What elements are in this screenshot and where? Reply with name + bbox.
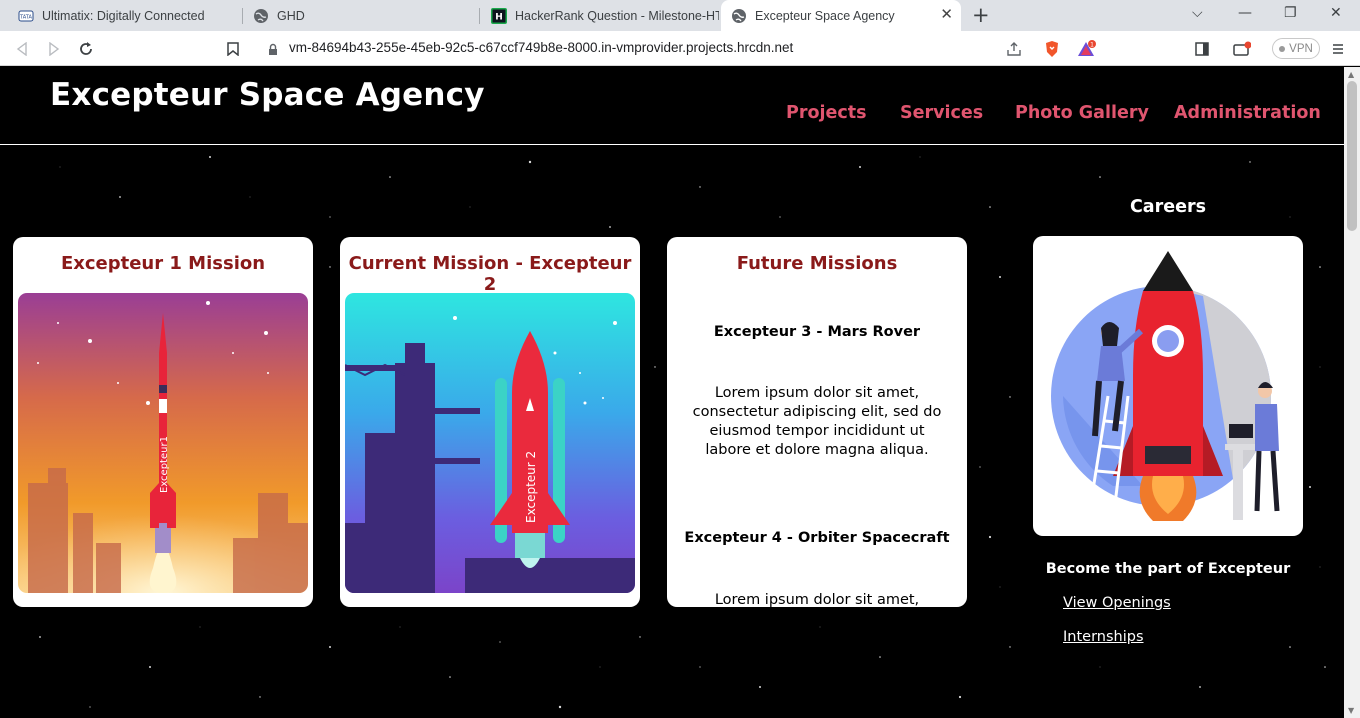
internships-link[interactable]: Internships: [1063, 629, 1144, 645]
mission-card-excepteur-1: Excepteur 1 Mission Excepteur1: [13, 237, 313, 607]
forward-icon[interactable]: [44, 39, 64, 59]
lock-icon[interactable]: [263, 39, 283, 59]
tab-hackerrank[interactable]: H HackerRank Question - Milestone-HTML: [481, 0, 719, 31]
careers-illustration: [1033, 236, 1303, 536]
share-icon[interactable]: [1004, 39, 1024, 59]
window-close-icon[interactable]: ✕: [1330, 5, 1342, 21]
excepteur-1-rocket-image: Excepteur1: [18, 293, 308, 593]
svg-text:TATA: TATA: [19, 14, 32, 20]
tab-search-icon[interactable]: ⌵: [1192, 5, 1203, 21]
mission-title: Current Mission - Excepteur 2: [348, 253, 632, 295]
rocket-label: Excepteur1: [159, 436, 170, 493]
tab-ultimatix[interactable]: TATA Ultimatix: Digitally Connected: [8, 0, 243, 31]
sidebar-icon[interactable]: [1192, 39, 1212, 59]
tab-bar: TATA Ultimatix: Digitally Connected GHD …: [0, 0, 1360, 31]
mission-card-future: Future Missions Excepteur 3 - Mars Rover…: [667, 237, 967, 607]
tab-title: Excepteur Space Agency: [755, 8, 895, 23]
brave-shield-icon[interactable]: [1042, 39, 1062, 59]
globe-icon: [253, 8, 269, 24]
vpn-status-icon: [1279, 45, 1286, 52]
mission-title: Excepteur 1 Mission: [60, 253, 266, 274]
close-icon[interactable]: ✕: [940, 7, 953, 23]
tab-ghd[interactable]: GHD: [243, 0, 480, 31]
brave-rewards-icon[interactable]: 1: [1076, 39, 1096, 59]
url-field[interactable]: vm-84694b43-255e-45eb-92c5-c67ccf749b8e-…: [289, 40, 793, 55]
bookmark-icon[interactable]: [223, 39, 243, 59]
hackerrank-icon: H: [491, 7, 507, 24]
scroll-down-icon[interactable]: ▼: [1348, 706, 1354, 715]
wallet-icon[interactable]: [1232, 39, 1252, 59]
excepteur-2-rocket-image: Excepteur 2: [345, 293, 635, 593]
tab-title: Ultimatix: Digitally Connected: [42, 8, 205, 23]
careers-subtitle: Become the part of Excepteur: [1045, 561, 1291, 577]
page-scrollbar[interactable]: ▲ ▼: [1344, 67, 1360, 718]
tab-title: GHD: [277, 8, 305, 23]
new-tab-icon[interactable]: +: [972, 4, 990, 26]
future-mission-text: Lorem ipsum dolor sit amet, consectetur …: [692, 385, 942, 458]
menu-icon[interactable]: [1328, 39, 1348, 59]
site-title: Excepteur Space Agency: [50, 77, 485, 113]
future-mission-name: Excepteur 4 - Orbiter Spacecraft: [684, 530, 950, 546]
page-viewport: Excepteur Space Agency Projects Services…: [0, 67, 1344, 718]
careers-title: Careers: [1129, 197, 1207, 217]
vpn-label: VPN: [1289, 42, 1313, 55]
minimize-icon[interactable]: —: [1238, 5, 1252, 21]
future-mission-name: Excepteur 3 - Mars Rover: [713, 324, 921, 340]
scrollbar-thumb[interactable]: [1347, 81, 1357, 231]
header-divider: [0, 144, 1344, 145]
tab-excepteur[interactable]: Excepteur Space Agency ✕: [721, 0, 961, 31]
back-icon[interactable]: [12, 39, 32, 59]
future-mission-text: Lorem ipsum dolor sit amet,: [714, 592, 920, 607]
reload-icon[interactable]: [76, 39, 96, 59]
rocket-label: Excepteur 2: [524, 451, 538, 523]
address-toolbar: vm-84694b43-255e-45eb-92c5-c67ccf749b8e-…: [0, 31, 1360, 66]
nav-services[interactable]: Services: [900, 103, 983, 123]
rewards-badge: 1: [1090, 42, 1094, 49]
view-openings-link[interactable]: View Openings: [1063, 595, 1171, 611]
restore-icon[interactable]: ❐: [1284, 5, 1297, 21]
scroll-up-icon[interactable]: ▲: [1348, 70, 1354, 79]
tab-title: HackerRank Question - Milestone-HTML: [515, 8, 719, 23]
mission-title: Future Missions: [736, 253, 898, 274]
vpn-button[interactable]: VPN: [1272, 38, 1320, 59]
nav-projects[interactable]: Projects: [786, 103, 867, 123]
mission-card-excepteur-2: Current Mission - Excepteur 2 Excepteur …: [340, 237, 640, 607]
nav-photo-gallery[interactable]: Photo Gallery: [1015, 103, 1149, 123]
nav-administration[interactable]: Administration: [1174, 103, 1321, 123]
svg-text:H: H: [495, 12, 503, 22]
tata-icon: TATA: [18, 8, 34, 24]
globe-icon: [731, 8, 747, 24]
